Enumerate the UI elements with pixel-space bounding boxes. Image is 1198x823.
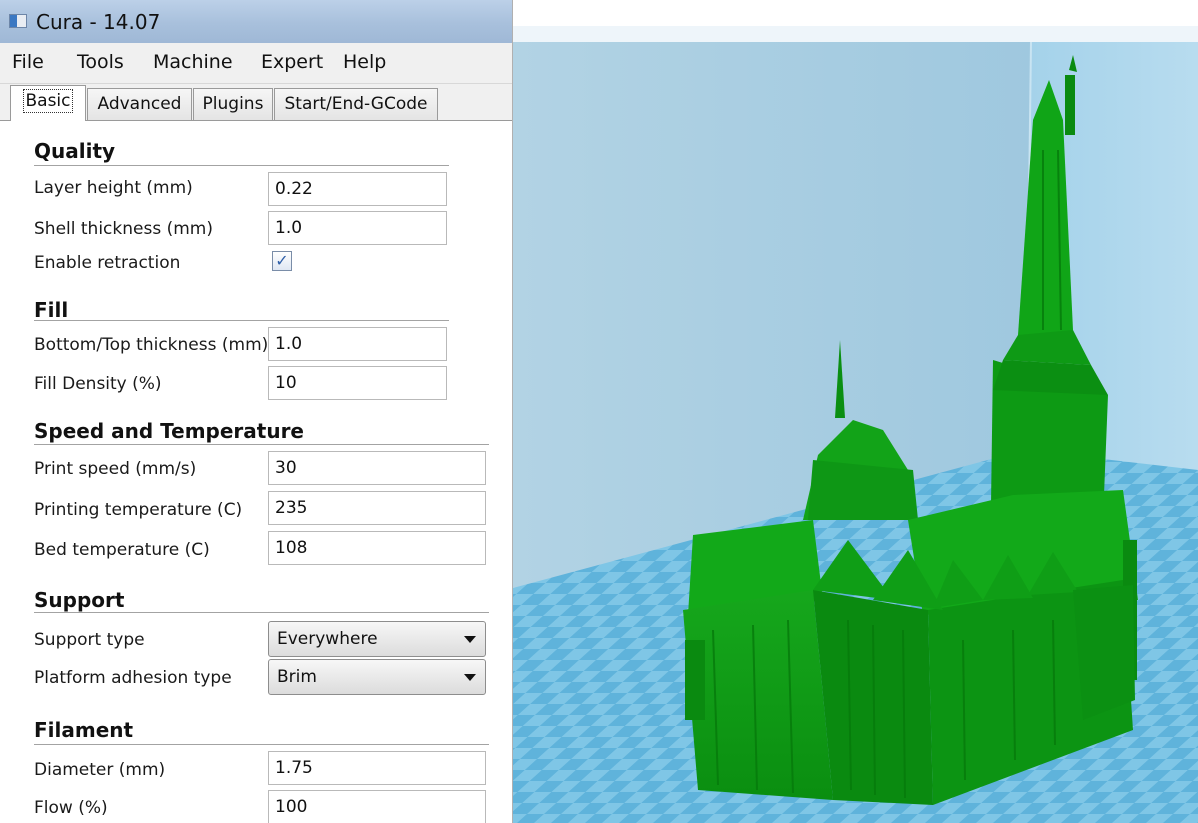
section-title-speed: Speed and Temperature — [34, 419, 304, 443]
divider — [34, 744, 489, 746]
3d-viewport[interactable] — [513, 0, 1198, 823]
fill-density-label: Fill Density (%) — [34, 374, 162, 394]
section-title-filament: Filament — [34, 718, 134, 742]
enable-retraction-checkbox[interactable]: ✓ — [272, 251, 292, 271]
chevron-down-icon — [464, 636, 476, 643]
bottom-top-thickness-input[interactable] — [268, 327, 447, 361]
tab-plugins[interactable]: Plugins — [193, 88, 273, 120]
layer-height-input[interactable] — [268, 172, 447, 206]
layer-height-label: Layer height (mm) — [34, 178, 193, 198]
menu-help[interactable]: Help — [343, 51, 386, 73]
print-speed-label: Print speed (mm/s) — [34, 459, 197, 479]
section-title-quality: Quality — [34, 139, 116, 163]
support-type-select[interactable]: Everywhere — [268, 621, 486, 657]
tab-basic[interactable]: Basic — [10, 85, 86, 121]
bed-temperature-label: Bed temperature (C) — [34, 540, 210, 560]
menu-file[interactable]: File — [12, 51, 44, 73]
divider — [34, 320, 449, 322]
shell-thickness-label: Shell thickness (mm) — [34, 219, 213, 239]
settings-panel: Cura - 14.07 File Tools Machine Expert H… — [0, 0, 513, 823]
platform-adhesion-value: Brim — [277, 667, 317, 687]
printing-temperature-input[interactable] — [268, 491, 486, 525]
bottom-top-thickness-label: Bottom/Top thickness (mm) — [34, 335, 269, 355]
diameter-label: Diameter (mm) — [34, 760, 166, 780]
flow-label: Flow (%) — [34, 798, 108, 818]
diameter-input[interactable] — [268, 751, 486, 785]
platform-adhesion-select[interactable]: Brim — [268, 659, 486, 695]
tab-advanced[interactable]: Advanced — [87, 88, 192, 120]
bed-temperature-input[interactable] — [268, 531, 486, 565]
build-volume-top-edge — [513, 26, 1198, 42]
scene-canvas — [513, 0, 1198, 823]
enable-retraction-label: Enable retraction — [34, 253, 181, 273]
platform-adhesion-label: Platform adhesion type — [34, 668, 232, 688]
divider — [34, 444, 489, 446]
support-type-label: Support type — [34, 630, 145, 650]
viewport-top-strip — [513, 0, 1198, 26]
menu-expert[interactable]: Expert — [261, 51, 323, 73]
tab-start-end-gcode[interactable]: Start/End-GCode — [274, 88, 438, 120]
settings-tabs: Basic Advanced Plugins Start/End-GCode — [0, 84, 512, 121]
menu-machine[interactable]: Machine — [153, 51, 233, 73]
window-title: Cura - 14.07 — [36, 10, 161, 34]
divider — [34, 612, 489, 614]
tab-basic-label: Basic — [23, 89, 73, 113]
support-type-value: Everywhere — [277, 629, 378, 649]
fill-density-input[interactable] — [268, 366, 447, 400]
section-title-support: Support — [34, 588, 125, 612]
basic-settings: Quality Layer height (mm) Shell thicknes… — [0, 122, 512, 823]
cura-app-window: Cura - 14.07 File Tools Machine Expert H… — [0, 0, 1198, 823]
title-bar[interactable]: Cura - 14.07 — [0, 0, 512, 43]
printing-temperature-label: Printing temperature (C) — [34, 500, 243, 520]
menu-bar: File Tools Machine Expert Help — [0, 43, 512, 84]
divider — [34, 165, 449, 167]
checkmark-icon: ✓ — [275, 251, 289, 270]
print-speed-input[interactable] — [268, 451, 486, 485]
shell-thickness-input[interactable] — [268, 211, 447, 245]
menu-tools[interactable]: Tools — [77, 51, 124, 73]
cura-app-icon[interactable] — [9, 14, 27, 28]
section-title-fill: Fill — [34, 298, 69, 322]
flow-input[interactable] — [268, 790, 486, 823]
chevron-down-icon — [464, 674, 476, 681]
